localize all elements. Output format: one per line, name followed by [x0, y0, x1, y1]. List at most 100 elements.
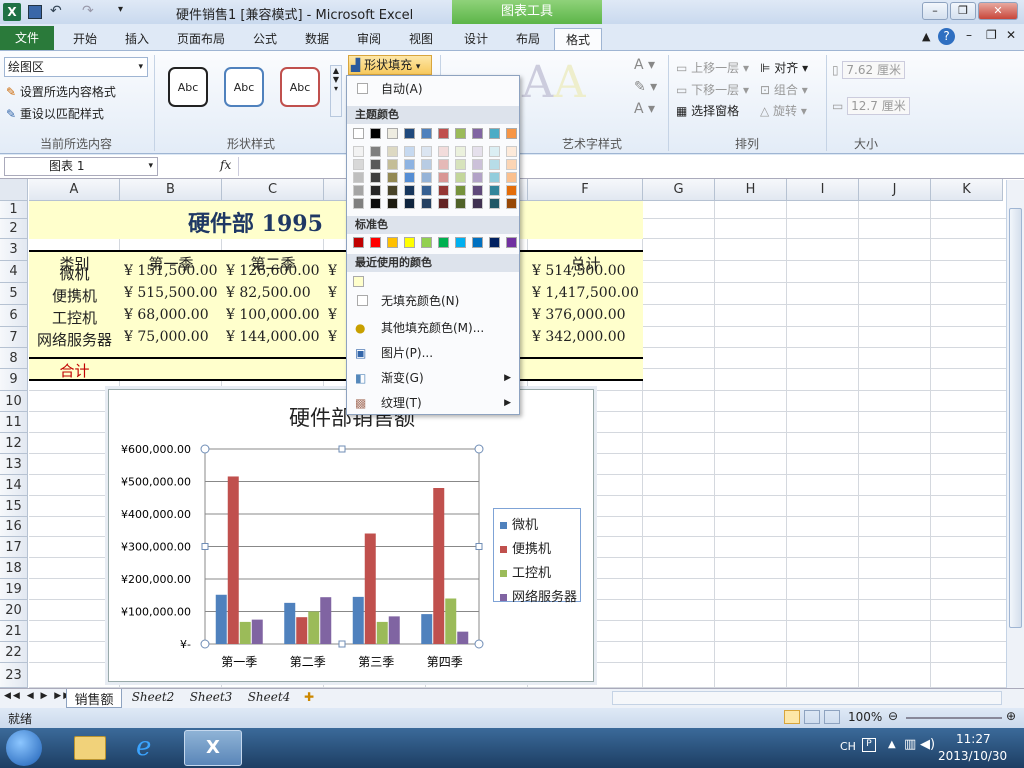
volume-icon[interactable]: ◀) [920, 737, 935, 752]
zoom-slider[interactable] [906, 717, 1002, 719]
new-sheet-icon[interactable]: ✚ [304, 690, 314, 704]
total-cell[interactable]: ¥ 1,417,500.00 [532, 285, 640, 301]
theme-shade-swatch[interactable] [353, 185, 364, 196]
select-all-corner[interactable] [0, 179, 28, 201]
zoom-out-icon[interactable]: ⊖ [888, 709, 898, 723]
group-button[interactable]: ⊡ 组合 ▾ [760, 81, 808, 98]
theme-shade-swatch[interactable] [404, 198, 415, 209]
fx-icon[interactable]: fx [220, 158, 231, 172]
text-outline-icon[interactable]: ✎ ▾ [634, 79, 657, 95]
text-effects-icon[interactable]: A ▾ [634, 101, 655, 117]
total-cell[interactable]: ¥ 376,000.00 [532, 307, 640, 323]
row-header-13[interactable]: 13 [0, 454, 28, 475]
theme-shade-swatch[interactable] [404, 159, 415, 170]
tab-view[interactable]: 视图 [396, 28, 446, 50]
q2-cell[interactable]: ¥ 144,000.00 [226, 329, 322, 345]
row-header-16[interactable]: 16 [0, 517, 28, 537]
doc-close-icon[interactable]: ✕ [1006, 28, 1016, 42]
row-header-10[interactable]: 10 [0, 391, 28, 412]
theme-color-swatch[interactable] [489, 128, 500, 139]
theme-shade-swatch[interactable] [370, 185, 381, 196]
bring-forward-button[interactable]: ▭ 上移一层 ▾ [676, 59, 749, 76]
theme-shade-swatch[interactable] [438, 159, 449, 170]
reset-style-button[interactable]: ✎ 重设以匹配样式 [6, 105, 104, 122]
undo-icon[interactable]: ↶ [50, 3, 62, 19]
sheet-tab-3[interactable]: Sheet3 [184, 690, 238, 704]
theme-shade-swatch[interactable] [387, 185, 398, 196]
column-header-A[interactable]: A [29, 179, 120, 201]
legend-item[interactable]: 便携机 [500, 538, 551, 557]
sheet-nav-icons[interactable]: ◀◀ ◀ ▶ ▶▶ [4, 691, 72, 701]
row-header-21[interactable]: 21 [0, 621, 28, 642]
row-header-8[interactable]: 8 [0, 348, 28, 369]
category-cell[interactable]: 便携机 [29, 285, 120, 306]
theme-shade-swatch[interactable] [353, 198, 364, 209]
view-page-layout-icon[interactable] [804, 710, 820, 724]
row-header-9[interactable]: 9 [0, 369, 28, 391]
help-icon[interactable]: ? [938, 28, 955, 45]
q3-cell[interactable]: ¥ [328, 285, 348, 301]
standard-color-swatch[interactable] [455, 237, 466, 248]
q3-cell[interactable]: ¥ [328, 307, 348, 323]
ribbon-minimize-icon[interactable]: ▲ [922, 30, 930, 43]
theme-shade-swatch[interactable] [387, 198, 398, 209]
legend-item[interactable]: 微机 [500, 514, 538, 533]
chart-object[interactable]: 硬件部销售额 ¥600,000.00 ¥500,000.00 ¥400,000.00… [108, 389, 594, 682]
legend-item[interactable]: 网络服务器 [500, 586, 577, 605]
theme-shade-swatch[interactable] [421, 198, 432, 209]
input-language[interactable]: CH [840, 740, 856, 753]
standard-color-swatch[interactable] [489, 237, 500, 248]
theme-color-swatch[interactable] [506, 128, 517, 139]
close-button[interactable]: ✕ [978, 2, 1018, 20]
selection-pane-button[interactable]: ▦ 选择窗格 [676, 102, 739, 119]
zoom-level[interactable]: 100% [848, 710, 882, 724]
theme-shade-swatch[interactable] [387, 172, 398, 183]
q1-cell[interactable]: ¥ 515,500.00 [124, 285, 220, 301]
standard-color-swatch[interactable] [506, 237, 517, 248]
shape-fill-button[interactable]: ▟ 形状填充 ▾ [348, 55, 432, 75]
theme-shade-swatch[interactable] [489, 146, 500, 157]
theme-color-swatch[interactable] [455, 128, 466, 139]
theme-shade-swatch[interactable] [506, 146, 517, 157]
theme-shade-swatch[interactable] [455, 198, 466, 209]
zoom-in-icon[interactable]: ⊕ [1006, 709, 1016, 723]
theme-shade-swatch[interactable] [489, 185, 500, 196]
ime-icon[interactable]: P [862, 738, 876, 752]
theme-shade-swatch[interactable] [489, 172, 500, 183]
minimize-button[interactable]: – [922, 2, 948, 20]
row-header-1[interactable]: 1 [0, 201, 28, 219]
doc-minimize-icon[interactable]: – [966, 28, 972, 42]
theme-shade-swatch[interactable] [387, 146, 398, 157]
row-header-18[interactable]: 18 [0, 558, 28, 579]
vertical-scrollbar[interactable] [1006, 180, 1024, 688]
send-backward-button[interactable]: ▭ 下移一层 ▾ [676, 81, 749, 98]
theme-shade-swatch[interactable] [472, 198, 483, 209]
row-header-11[interactable]: 11 [0, 412, 28, 433]
row-header-7[interactable]: 7 [0, 327, 28, 348]
tab-layout[interactable]: 布局 [504, 28, 552, 50]
column-header-J[interactable]: J [859, 179, 931, 201]
theme-shade-swatch[interactable] [438, 185, 449, 196]
row-header-14[interactable]: 14 [0, 475, 28, 496]
scroll-thumb[interactable] [1009, 208, 1022, 628]
shape-width-field[interactable]: ▭ 12.7 厘米 [832, 97, 924, 115]
row-header-19[interactable]: 19 [0, 579, 28, 600]
category-cell[interactable]: 微机 [29, 263, 120, 284]
theme-shade-swatch[interactable] [506, 172, 517, 183]
q3-cell[interactable]: ¥ [328, 329, 348, 345]
theme-color-swatch[interactable] [472, 128, 483, 139]
menu-item-gradient[interactable]: ◧ 渐变(G) ▶ [347, 367, 519, 389]
sheet-tab-2[interactable]: Sheet2 [126, 690, 180, 704]
row-header-17[interactable]: 17 [0, 537, 28, 558]
menu-item-picture[interactable]: ▣ 图片(P)... [347, 342, 519, 364]
theme-color-swatch[interactable] [387, 128, 398, 139]
theme-shade-swatch[interactable] [455, 146, 466, 157]
menu-item-texture[interactable]: ▩ 纹理(T) ▶ [347, 392, 519, 414]
theme-shade-swatch[interactable] [455, 172, 466, 183]
clock-time[interactable]: 11:27 [956, 732, 991, 746]
theme-shade-swatch[interactable] [455, 185, 466, 196]
shape-styles-scroll[interactable]: ▲ ▼ ▾ [330, 65, 342, 117]
view-page-break-icon[interactable] [824, 710, 840, 724]
shape-height-field[interactable]: ▯ 7.62 厘米 [832, 61, 924, 79]
row-header-23[interactable]: 23 [0, 663, 28, 688]
